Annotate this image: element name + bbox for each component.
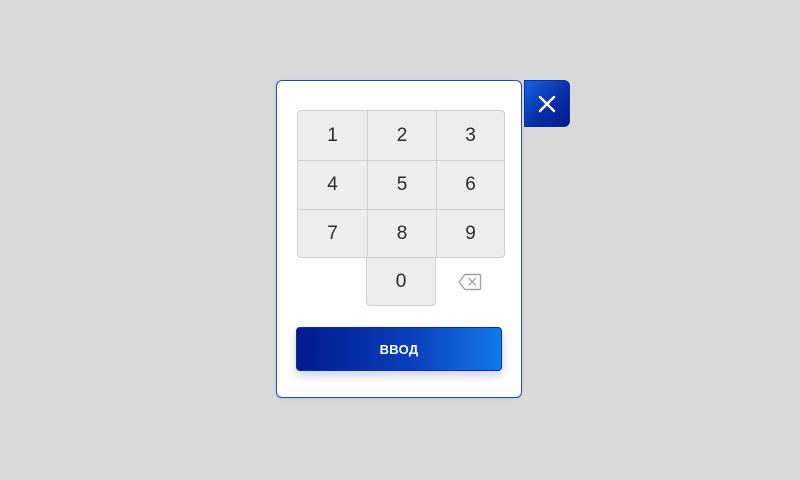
backspace-icon <box>458 273 482 290</box>
key-2[interactable]: 2 <box>367 111 436 160</box>
close-icon <box>538 95 556 112</box>
key-8[interactable]: 8 <box>367 209 436 257</box>
key-3[interactable]: 3 <box>436 111 504 160</box>
close-button[interactable] <box>524 80 570 127</box>
backspace-button[interactable] <box>436 257 504 306</box>
key-5[interactable]: 5 <box>367 160 436 209</box>
key-7[interactable]: 7 <box>298 209 367 257</box>
key-1[interactable]: 1 <box>298 111 367 160</box>
key-4[interactable]: 4 <box>298 160 367 209</box>
enter-button[interactable]: ВВОД <box>296 327 502 371</box>
key-9[interactable]: 9 <box>436 209 504 257</box>
key-0[interactable]: 0 <box>366 257 436 306</box>
key-6[interactable]: 6 <box>436 160 504 209</box>
keypad-dialog: 1 2 3 4 5 6 7 8 9 0 ВВОД <box>276 80 522 398</box>
digit-grid: 1 2 3 4 5 6 7 8 9 <box>297 110 505 258</box>
